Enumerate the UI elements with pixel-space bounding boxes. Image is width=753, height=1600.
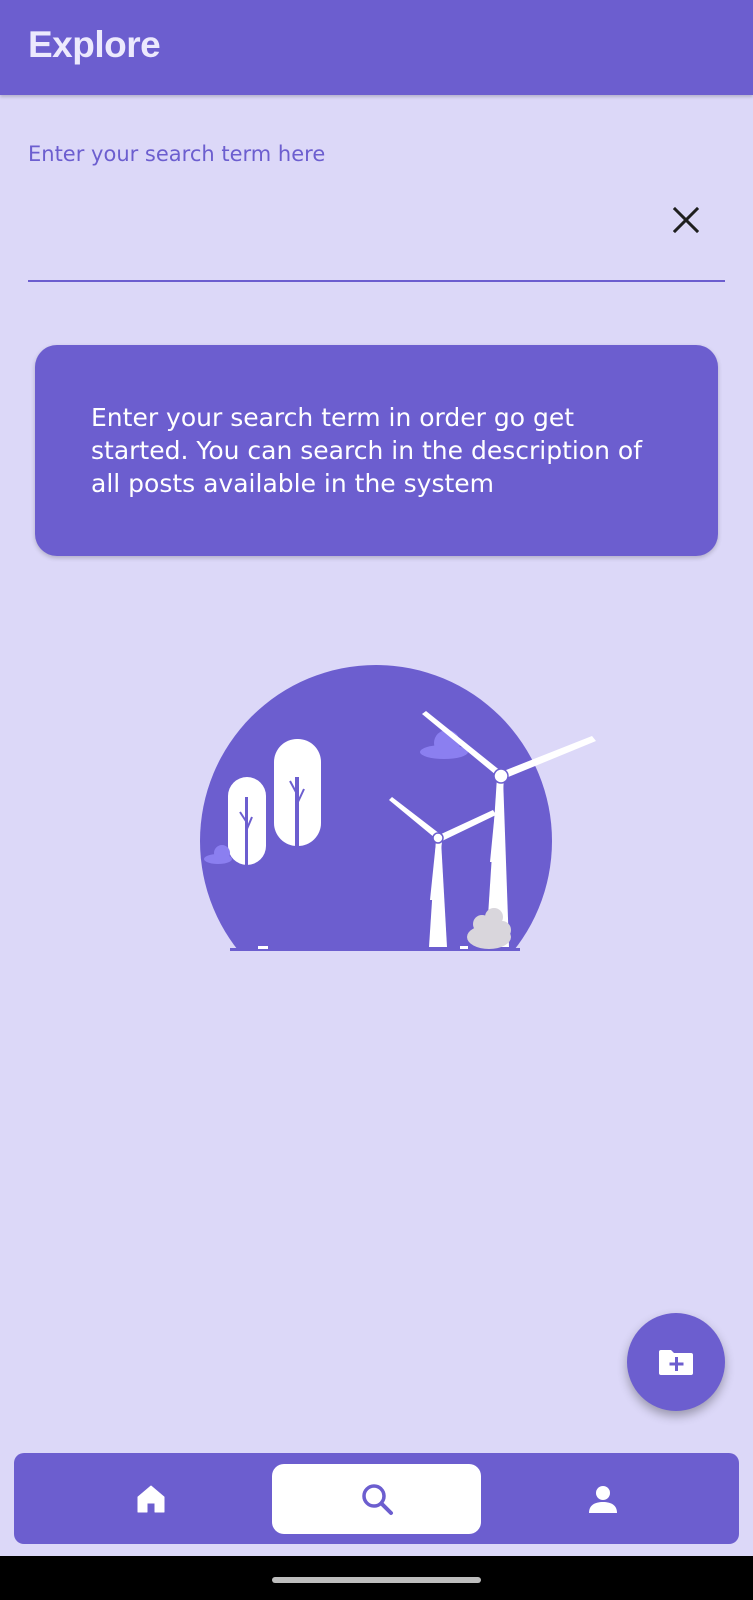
home-icon	[137, 1485, 164, 1513]
clear-button[interactable]	[664, 198, 708, 242]
add-folder-button[interactable]	[627, 1313, 725, 1411]
info-text: Enter your search term in order go get s…	[91, 403, 643, 498]
person-icon	[588, 1486, 617, 1513]
search-icon	[361, 1484, 393, 1515]
close-icon	[673, 207, 699, 233]
search-input[interactable]	[28, 190, 648, 230]
folder-plus-icon	[659, 1350, 693, 1375]
search-field[interactable]: Enter your search term here	[28, 130, 725, 282]
wind-turbines-illustration	[200, 665, 596, 951]
page-title: Explore	[28, 24, 161, 65]
nav-item-home[interactable]	[46, 1464, 255, 1534]
gesture-handle[interactable]	[272, 1577, 481, 1583]
nav-item-profile[interactable]	[498, 1464, 707, 1534]
search-label: Enter your search term here	[28, 142, 326, 166]
nav-item-search[interactable]	[272, 1464, 481, 1534]
search-underline	[28, 280, 725, 282]
app-bar: Explore	[0, 0, 753, 95]
info-card: Enter your search term in order go get s…	[35, 345, 718, 556]
bottom-navigation	[14, 1453, 739, 1544]
